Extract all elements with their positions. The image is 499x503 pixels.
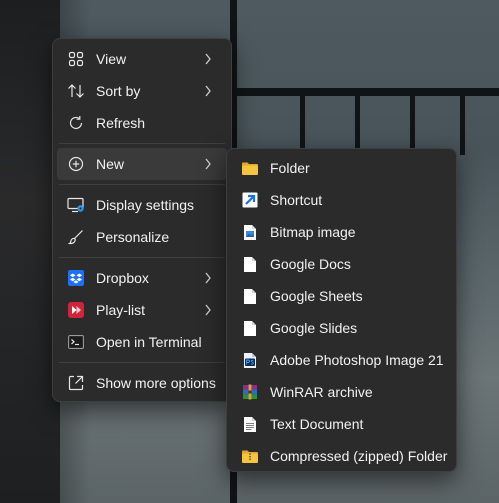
display-settings-icon bbox=[67, 196, 85, 214]
menu-item-display-settings[interactable]: Display settings bbox=[57, 189, 227, 221]
submenu-item-google-docs[interactable]: Google Docs bbox=[231, 248, 452, 280]
wallpaper-railing bbox=[410, 95, 415, 155]
wallpaper-railing bbox=[232, 88, 499, 96]
chevron-right-icon bbox=[201, 271, 215, 285]
menu-item-play-list[interactable]: Play-list bbox=[57, 294, 227, 326]
sort-icon bbox=[67, 82, 85, 100]
menu-item-show-more-options[interactable]: Show more options bbox=[57, 367, 227, 399]
new-submenu: Folder Shortcut Bitmap image Google Docs… bbox=[226, 148, 457, 472]
wallpaper-railing bbox=[355, 95, 360, 155]
terminal-icon bbox=[67, 333, 85, 351]
submenu-item-folder[interactable]: Folder bbox=[231, 152, 452, 184]
chevron-right-icon bbox=[201, 303, 215, 317]
submenu-item-bitmap-image[interactable]: Bitmap image bbox=[231, 216, 452, 248]
menu-item-open-in-terminal[interactable]: Open in Terminal bbox=[57, 326, 227, 358]
submenu-item-winrar-archive[interactable]: WinRAR archive bbox=[231, 376, 452, 408]
menu-item-label: Refresh bbox=[96, 115, 146, 131]
grid-icon bbox=[67, 50, 85, 68]
photoshop-icon bbox=[241, 351, 259, 369]
menu-item-label: Play-list bbox=[96, 302, 146, 318]
submenu-item-label: Adobe Photoshop Image 21 bbox=[270, 352, 444, 368]
submenu-item-label: Text Document bbox=[270, 416, 364, 432]
winrar-icon bbox=[241, 383, 259, 401]
refresh-icon bbox=[67, 114, 85, 132]
brush-icon bbox=[67, 228, 85, 246]
menu-item-label: Dropbox bbox=[96, 270, 149, 286]
folder-icon bbox=[241, 159, 259, 177]
menu-separator bbox=[59, 143, 225, 144]
submenu-item-label: WinRAR archive bbox=[270, 384, 373, 400]
wallpaper-railing bbox=[460, 95, 465, 155]
chevron-right-icon bbox=[201, 157, 215, 171]
menu-item-label: Personalize bbox=[96, 229, 170, 245]
plus-circle-icon bbox=[67, 155, 85, 173]
dropbox-icon bbox=[67, 269, 85, 287]
wallpaper-dark-area bbox=[0, 0, 60, 503]
submenu-item-text-document[interactable]: Text Document bbox=[231, 408, 452, 440]
text-document-icon bbox=[241, 415, 259, 433]
menu-item-refresh[interactable]: Refresh bbox=[57, 107, 227, 139]
menu-item-dropbox[interactable]: Dropbox bbox=[57, 262, 227, 294]
submenu-item-shortcut[interactable]: Shortcut bbox=[231, 184, 452, 216]
menu-item-new[interactable]: New bbox=[57, 148, 227, 180]
menu-item-label: Sort by bbox=[96, 83, 141, 99]
menu-separator bbox=[59, 257, 225, 258]
menu-separator bbox=[59, 362, 225, 363]
menu-item-label: New bbox=[96, 156, 125, 172]
menu-item-label: Show more options bbox=[96, 375, 216, 391]
menu-item-sort-by[interactable]: Sort by bbox=[57, 75, 227, 107]
zip-folder-icon bbox=[241, 447, 259, 465]
bitmap-file-icon bbox=[241, 223, 259, 241]
submenu-item-label: Bitmap image bbox=[270, 224, 356, 240]
submenu-item-label: Google Docs bbox=[270, 256, 351, 272]
menu-item-label: Open in Terminal bbox=[96, 334, 202, 350]
wallpaper-railing bbox=[300, 95, 305, 155]
desktop-context-menu: View Sort by Refresh New Display setting… bbox=[52, 38, 232, 402]
file-icon bbox=[241, 287, 259, 305]
chevron-right-icon bbox=[201, 84, 215, 98]
submenu-item-google-sheets[interactable]: Google Sheets bbox=[231, 280, 452, 312]
shortcut-icon bbox=[241, 191, 259, 209]
submenu-item-label: Google Sheets bbox=[270, 288, 363, 304]
menu-item-label: Display settings bbox=[96, 197, 195, 213]
file-icon bbox=[241, 319, 259, 337]
submenu-item-label: Compressed (zipped) Folder bbox=[270, 448, 448, 464]
menu-separator bbox=[59, 184, 225, 185]
submenu-item-label: Folder bbox=[270, 160, 310, 176]
menu-item-view[interactable]: View bbox=[57, 43, 227, 75]
menu-item-personalize[interactable]: Personalize bbox=[57, 221, 227, 253]
submenu-item-photoshop-image[interactable]: Adobe Photoshop Image 21 bbox=[231, 344, 452, 376]
playlist-icon bbox=[67, 301, 85, 319]
menu-item-label: View bbox=[96, 51, 127, 67]
submenu-item-label: Google Slides bbox=[270, 320, 358, 336]
file-icon bbox=[241, 255, 259, 273]
submenu-item-compressed-folder[interactable]: Compressed (zipped) Folder bbox=[231, 440, 452, 472]
chevron-right-icon bbox=[201, 52, 215, 66]
show-more-icon bbox=[67, 374, 85, 392]
submenu-item-google-slides[interactable]: Google Slides bbox=[231, 312, 452, 344]
submenu-item-label: Shortcut bbox=[270, 192, 323, 208]
